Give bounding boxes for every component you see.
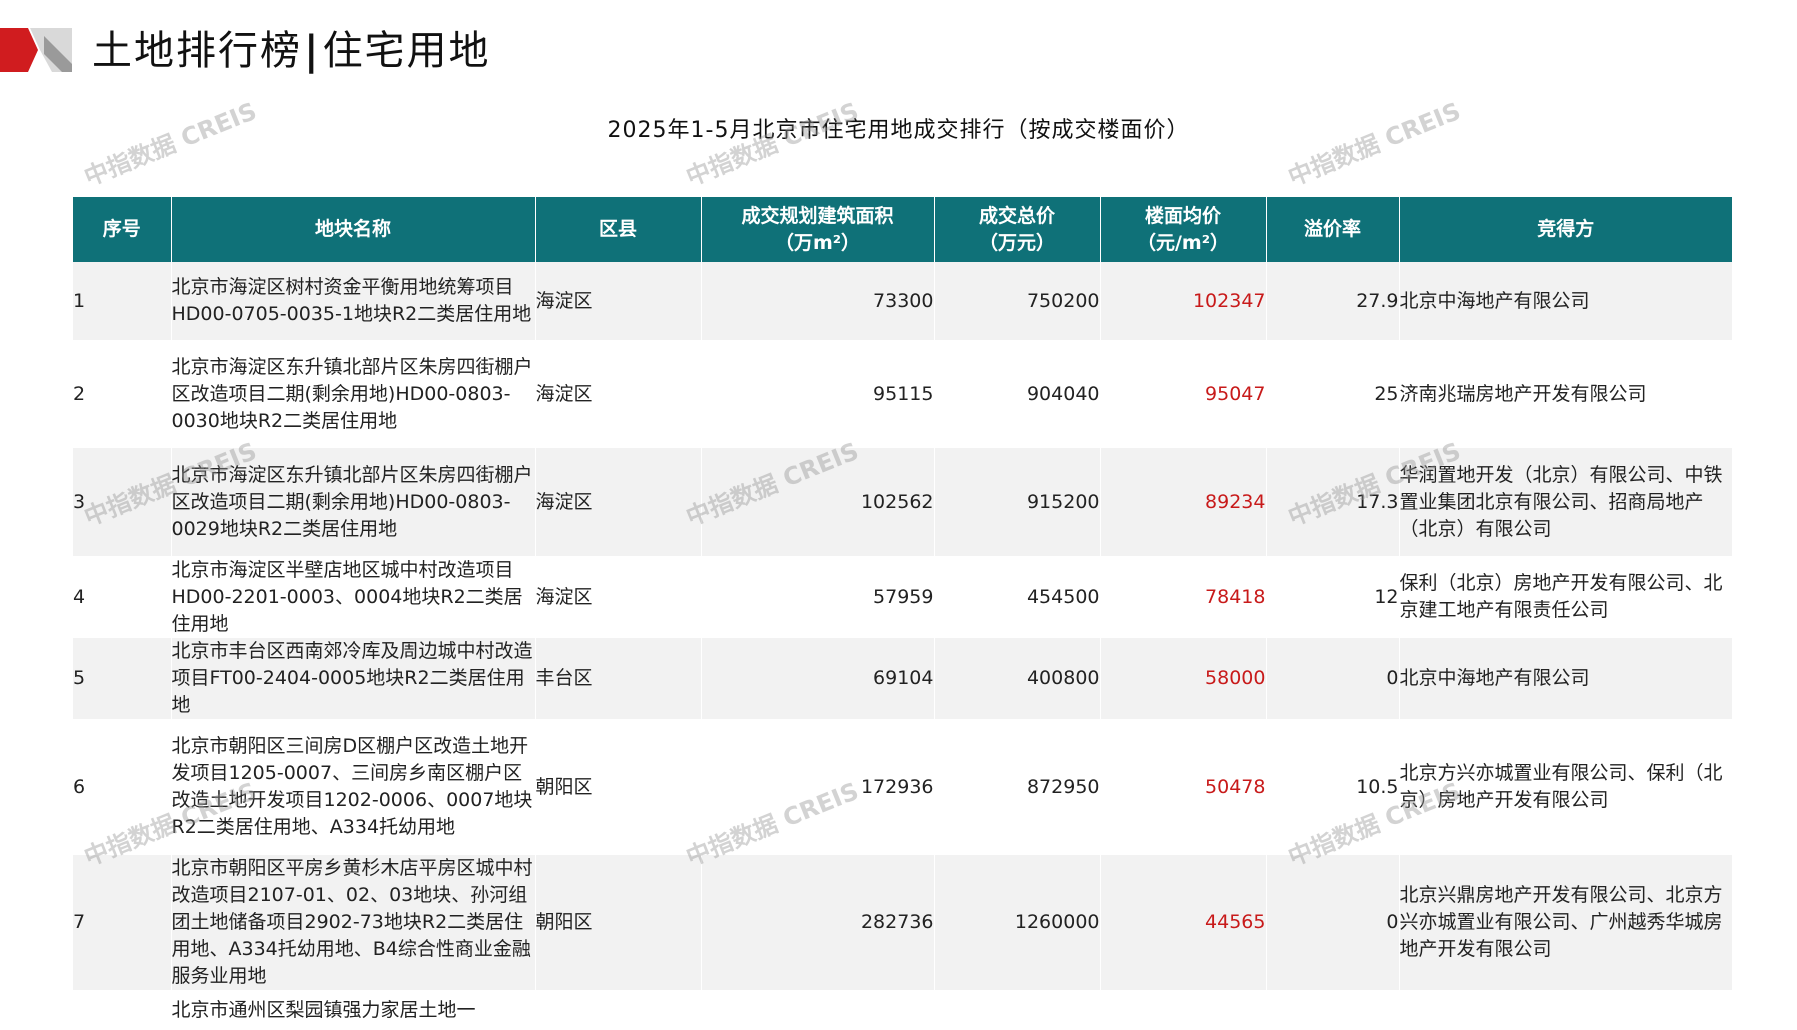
- cell-total: 750200: [934, 262, 1101, 340]
- cell-bidder: 北京兴鼎房地产开发有限公司、北京方兴亦城置业有限公司、广州越秀华城房地产开发有限…: [1399, 855, 1732, 990]
- cell-bidder: 华润置地开发（北京）有限公司、中铁置业集团北京有限公司、招商局地产（北京）有限公…: [1399, 448, 1732, 556]
- title-separator: |: [304, 27, 321, 74]
- cell-name: 北京市朝阳区三间房D区棚户区改造土地开发项目1205-0007、三间房乡南区棚户…: [171, 719, 536, 855]
- cell-price: 89234: [1100, 448, 1267, 556]
- table-row: 5 北京市丰台区西南郊冷库及周边城中村改造项目FT00-2404-0005地块R…: [73, 638, 1732, 719]
- cell-price: 95047: [1100, 340, 1267, 448]
- table-title: 2025年1-5月北京市住宅用地成交排行（按成交楼面价）: [607, 118, 1190, 143]
- cell-bidder: [1399, 990, 1732, 1030]
- cell-district: [535, 990, 702, 1030]
- cell-district: 海淀区: [535, 556, 702, 638]
- cell-area: 69104: [701, 638, 935, 719]
- cell-bidder: 保利（北京）房地产开发有限公司、北京建工地产有限责任公司: [1399, 556, 1732, 638]
- cell-num: 2: [73, 340, 172, 448]
- cell-name: 北京市海淀区树村资金平衡用地统筹项目HD00-0705-0035-1地块R2二类…: [171, 262, 536, 340]
- cell-area: 95115: [701, 340, 935, 448]
- table-row: 6 北京市朝阳区三间房D区棚户区改造土地开发项目1205-0007、三间房乡南区…: [73, 719, 1732, 855]
- cell-area: [701, 990, 935, 1030]
- cell-total: 915200: [934, 448, 1101, 556]
- cell-num: [73, 990, 172, 1030]
- cell-num: 1: [73, 262, 172, 340]
- table-row: 4 北京市海淀区半壁店地区城中村改造项目HD00-2201-0003、0004地…: [73, 556, 1732, 638]
- cell-area: 102562: [701, 448, 935, 556]
- cell-total: 904040: [934, 340, 1101, 448]
- header-total: 成交总价 （万元）: [934, 197, 1101, 262]
- header-price: 楼面均价 （元/m²）: [1100, 197, 1267, 262]
- header-district: 区县: [535, 197, 702, 262]
- title-left: 土地排行榜: [92, 28, 302, 74]
- table-row: 2 北京市海淀区东升镇北部片区朱房四街棚户区改造项目二期(剩余用地)HD00-0…: [73, 340, 1732, 448]
- cell-district: 丰台区: [535, 638, 702, 719]
- cell-premium: 25: [1266, 340, 1400, 448]
- cell-name: 北京市朝阳区平房乡黄杉木店平房区城中村改造项目2107-01、02、03地块、孙…: [171, 855, 536, 990]
- cell-premium: 27.9: [1266, 262, 1400, 340]
- cell-premium: [1266, 990, 1400, 1030]
- page-title: 土地排行榜|住宅用地: [92, 18, 491, 76]
- table-header-row: 序号 地块名称 区县 成交规划建筑面积 （万m²） 成交总价 （万元） 楼面均价…: [73, 197, 1732, 262]
- cell-district: 朝阳区: [535, 719, 702, 855]
- table-row: 7 北京市朝阳区平房乡黄杉木店平房区城中村改造项目2107-01、02、03地块…: [73, 855, 1732, 990]
- cell-area: 172936: [701, 719, 935, 855]
- cell-price: 44565: [1100, 855, 1267, 990]
- cell-premium: 0: [1266, 638, 1400, 719]
- cell-bidder: 北京中海地产有限公司: [1399, 262, 1732, 340]
- cell-price: [1100, 990, 1267, 1030]
- cell-total: 400800: [934, 638, 1101, 719]
- cell-total: [934, 990, 1101, 1030]
- cell-num: 4: [73, 556, 172, 638]
- cell-name: 北京市通州区梨园镇强力家居土地一: [171, 990, 536, 1030]
- cell-name: 北京市海淀区半壁店地区城中村改造项目HD00-2201-0003、0004地块R…: [171, 556, 536, 638]
- cell-bidder: 北京方兴亦城置业有限公司、保利（北京）房地产开发有限公司: [1399, 719, 1732, 855]
- header-num: 序号: [73, 197, 172, 262]
- cell-total: 454500: [934, 556, 1101, 638]
- cell-num: 6: [73, 719, 172, 855]
- table-row: 北京市通州区梨园镇强力家居土地一: [73, 990, 1732, 1030]
- cell-name: 北京市丰台区西南郊冷库及周边城中村改造项目FT00-2404-0005地块R2二…: [171, 638, 536, 719]
- cell-num: 3: [73, 448, 172, 556]
- cell-premium: 10.5: [1266, 719, 1400, 855]
- header-bidder: 竞得方: [1399, 197, 1732, 262]
- cell-area: 282736: [701, 855, 935, 990]
- cell-price: 78418: [1100, 556, 1267, 638]
- cell-premium: 0: [1266, 855, 1400, 990]
- cell-premium: 12: [1266, 556, 1400, 638]
- cell-district: 海淀区: [535, 262, 702, 340]
- cell-premium: 17.3: [1266, 448, 1400, 556]
- cell-total: 1260000: [934, 855, 1101, 990]
- cell-num: 5: [73, 638, 172, 719]
- brand-logo: [0, 28, 72, 72]
- header-premium: 溢价率: [1266, 197, 1400, 262]
- cell-price: 102347: [1100, 262, 1267, 340]
- cell-num: 7: [73, 855, 172, 990]
- cell-bidder: 济南兆瑞房地产开发有限公司: [1399, 340, 1732, 448]
- cell-area: 57959: [701, 556, 935, 638]
- cell-area: 73300: [701, 262, 935, 340]
- cell-district: 海淀区: [535, 448, 702, 556]
- cell-price: 50478: [1100, 719, 1267, 855]
- header-name: 地块名称: [171, 197, 536, 262]
- cell-total: 872950: [934, 719, 1101, 855]
- cell-name: 北京市海淀区东升镇北部片区朱房四街棚户区改造项目二期(剩余用地)HD00-080…: [171, 448, 536, 556]
- cell-price: 58000: [1100, 638, 1267, 719]
- ranking-table: 序号 地块名称 区县 成交规划建筑面积 （万m²） 成交总价 （万元） 楼面均价…: [73, 197, 1732, 1030]
- title-right: 住宅用地: [322, 28, 491, 74]
- table-row: 3 北京市海淀区东升镇北部片区朱房四街棚户区改造项目二期(剩余用地)HD00-0…: [73, 448, 1732, 556]
- cell-bidder: 北京中海地产有限公司: [1399, 638, 1732, 719]
- cell-district: 海淀区: [535, 340, 702, 448]
- table-row: 1 北京市海淀区树村资金平衡用地统筹项目HD00-0705-0035-1地块R2…: [73, 262, 1732, 340]
- cell-district: 朝阳区: [535, 855, 702, 990]
- header-area: 成交规划建筑面积 （万m²）: [701, 197, 935, 262]
- cell-name: 北京市海淀区东升镇北部片区朱房四街棚户区改造项目二期(剩余用地)HD00-080…: [171, 340, 536, 448]
